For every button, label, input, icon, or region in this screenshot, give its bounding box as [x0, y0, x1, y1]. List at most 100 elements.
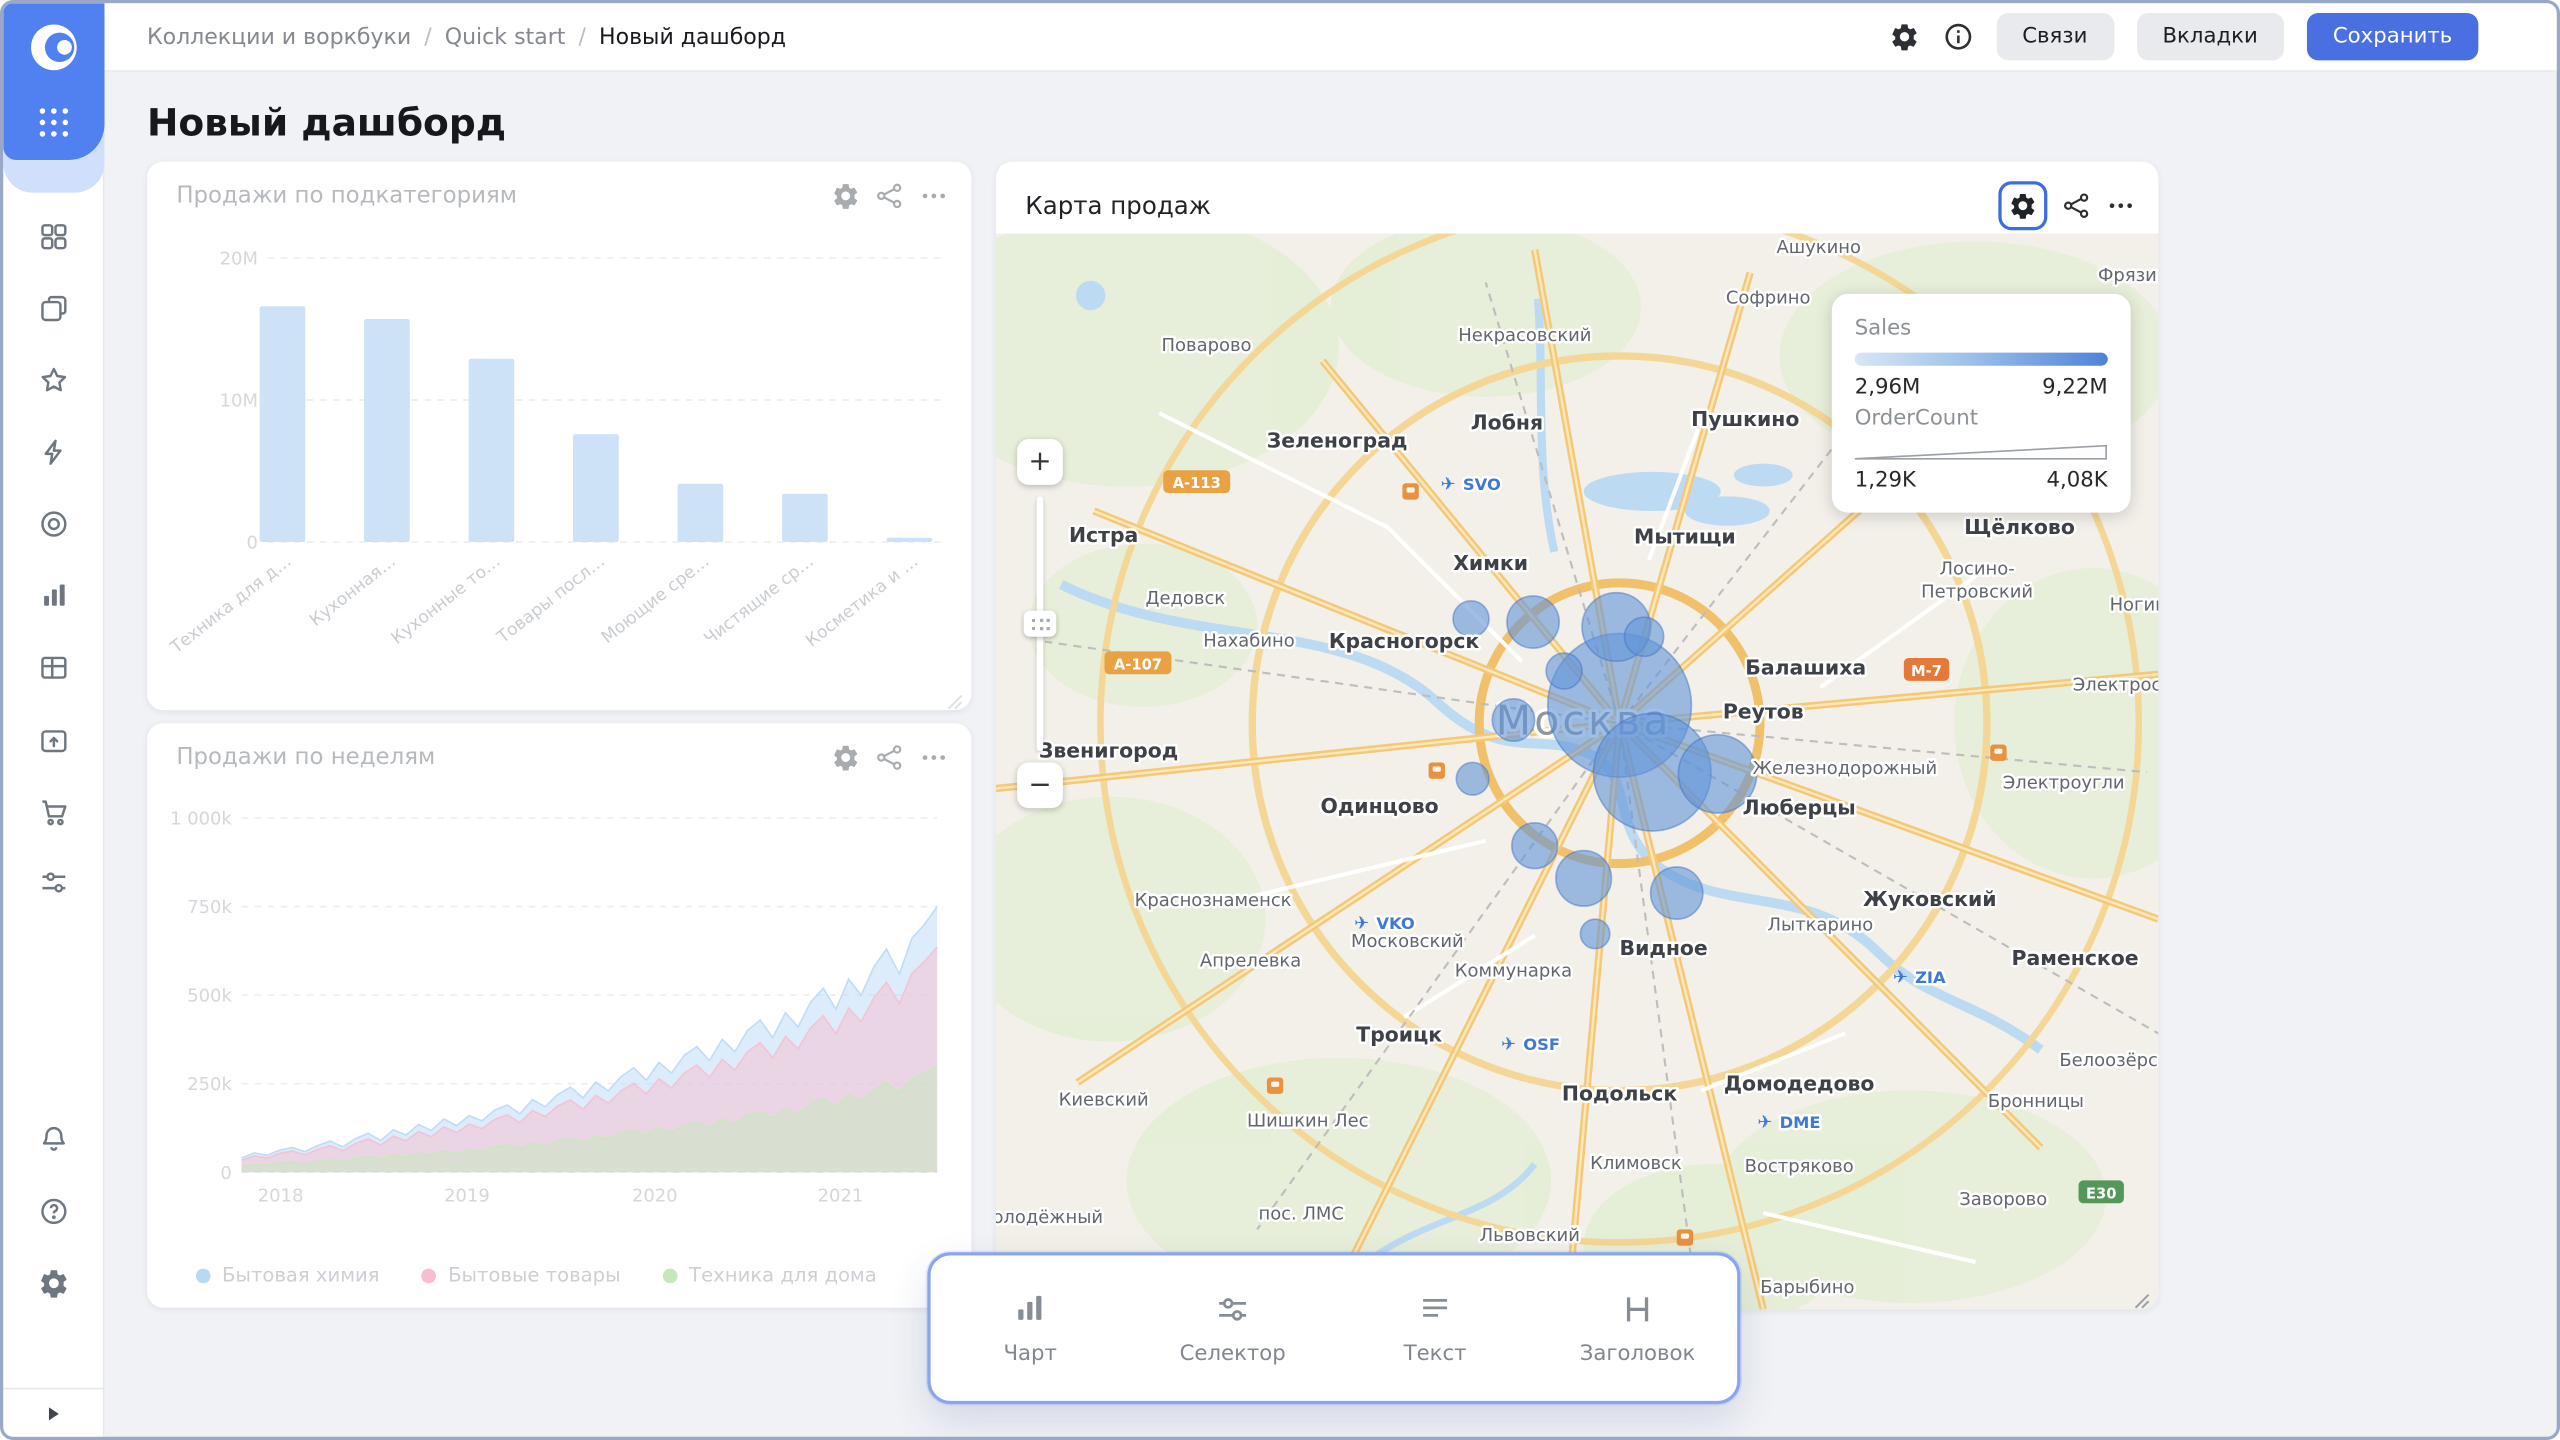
add-selector-button[interactable]: Селектор: [1158, 1291, 1308, 1366]
add-chart-button[interactable]: Чарт: [955, 1291, 1105, 1366]
sales-bubble[interactable]: [1456, 762, 1489, 795]
legend-item[interactable]: Бытовые товары: [422, 1264, 621, 1287]
save-button[interactable]: Сохранить: [2307, 13, 2479, 60]
bar[interactable]: [469, 359, 515, 542]
sales-bubble[interactable]: [1651, 867, 1703, 919]
datalens-logo-icon[interactable]: [24, 18, 83, 83]
map-canvas[interactable]: МоскваФрязиноАшукиноСофриноНекрасовскийП…: [996, 233, 2158, 1309]
y-tick-label: 0: [220, 1163, 231, 1184]
bar[interactable]: [887, 538, 933, 542]
info-icon[interactable]: [1942, 21, 1973, 52]
zoom-in-button[interactable]: +: [1017, 439, 1063, 485]
widget-title: Продажи по подкатегориям: [176, 183, 517, 209]
bar[interactable]: [260, 306, 306, 542]
widget-more-icon[interactable]: [2106, 191, 2135, 220]
sales-bubble[interactable]: [1512, 823, 1558, 869]
bar[interactable]: [573, 434, 619, 542]
map-town-label: Шишкин Лес: [1247, 1111, 1369, 1132]
sales-bubble[interactable]: [1492, 699, 1534, 741]
map-town-label: Щёлково: [1964, 515, 2075, 539]
sales-bubble[interactable]: [1507, 596, 1559, 648]
map-town-label: Белоозёрский: [2059, 1050, 2158, 1071]
widget-links-icon[interactable]: [875, 743, 904, 772]
sidebar-item-target[interactable]: [38, 508, 71, 541]
widget-more-icon[interactable]: [919, 181, 948, 210]
sidebar-item-cart[interactable]: [38, 795, 71, 828]
sidebar-bottom-nav: [3, 1123, 104, 1299]
sales-bubble[interactable]: [1556, 851, 1612, 907]
legend-item[interactable]: Бытовая химия: [196, 1264, 380, 1287]
header-actions: Связи Вкладки Сохранить: [1888, 13, 2478, 60]
help-icon[interactable]: [38, 1195, 71, 1228]
widget-settings-gear-icon[interactable]: [831, 743, 860, 772]
widget-links-icon[interactable]: [875, 181, 904, 210]
y-tick-label: 250k: [187, 1074, 232, 1095]
widget-settings-gear-icon[interactable]: [831, 181, 860, 210]
rail-station-icon-window: [1433, 767, 1441, 772]
breadcrumb-quick-start[interactable]: Quick start: [445, 24, 566, 50]
sales-bubble[interactable]: [1580, 919, 1609, 948]
breadcrumb-current: Новый дашборд: [599, 24, 786, 50]
orders-legend-label: OrderCount: [1855, 407, 2108, 431]
resize-handle[interactable]: [947, 686, 963, 702]
orders-min: 1,29K: [1855, 469, 1916, 493]
sidebar-item-bar-chart[interactable]: [38, 580, 71, 613]
sidebar-item-flash[interactable]: [38, 436, 71, 469]
resize-handle[interactable]: [2134, 1285, 2150, 1301]
widget-bar-chart[interactable]: Продажи по подкатегориям 20M10M0Техника …: [147, 162, 971, 711]
sales-bubble[interactable]: [1624, 617, 1663, 656]
widget-settings-gear-icon-active[interactable]: [1998, 181, 2047, 230]
notifications-bell-icon[interactable]: [38, 1123, 71, 1156]
y-tick-label: 500k: [187, 986, 232, 1007]
dashboard-settings-gear-icon[interactable]: [1888, 21, 1919, 52]
airport-code-label: ZIA: [1915, 968, 1946, 987]
bar[interactable]: [678, 484, 724, 542]
zoom-slider-track[interactable]: [1037, 496, 1044, 751]
widget-area-chart[interactable]: Продажи по неделям 1 000k750k500k250k020…: [147, 723, 971, 1307]
widget-map[interactable]: Карта продаж: [996, 162, 2158, 1310]
selector-icon: [1215, 1291, 1251, 1327]
bar-category-label: Кухонные то…: [388, 551, 505, 648]
map-town-label: Домодедово: [1724, 1072, 1875, 1096]
sidebar-item-flow[interactable]: [38, 867, 71, 900]
sidebar-item-grid[interactable]: [38, 220, 71, 253]
sidebar-item-upload[interactable]: [38, 723, 71, 756]
top-header: Коллекции и воркбуки / Quick start / Нов…: [104, 3, 2556, 72]
settings-gear-icon[interactable]: [38, 1267, 71, 1300]
widget-title: Карта продаж: [1025, 191, 1211, 220]
legend-dot: [196, 1269, 211, 1284]
map-town-label: Киевский: [1059, 1089, 1149, 1110]
sidebar-item-table[interactable]: [38, 651, 71, 684]
road-badge-label: А-113: [1173, 475, 1221, 492]
map-town-label: Пушкино: [1691, 407, 1799, 431]
sidebar-collapse-button[interactable]: [42, 1402, 65, 1425]
y-tick-label: 1 000k: [170, 808, 232, 829]
zoom-slider-handle[interactable]: [1024, 611, 1057, 637]
bar[interactable]: [782, 494, 828, 542]
sidebar-item-collections[interactable]: [38, 292, 71, 325]
add-title-button[interactable]: Заголовок: [1562, 1291, 1712, 1366]
sidebar-item-favorites[interactable]: [38, 364, 71, 397]
zoom-out-button[interactable]: −: [1017, 762, 1063, 808]
bar-category-label: Косметика и …: [802, 551, 922, 651]
tabs-button[interactable]: Вкладки: [2136, 13, 2283, 60]
apps-grid-icon[interactable]: [39, 101, 68, 150]
map-town-label: Истра: [1069, 523, 1138, 547]
road-badge-label: А-107: [1114, 656, 1162, 673]
sales-bubble[interactable]: [1546, 653, 1582, 689]
add-widget-toolbar: Чарт Селектор Текст Заголовок: [927, 1252, 1740, 1404]
links-button[interactable]: Связи: [1996, 13, 2113, 60]
y-tick-label: 750k: [187, 897, 232, 918]
legend-item[interactable]: Техника для дома: [663, 1264, 877, 1287]
area-chart: 1 000k750k500k250k02018201920202021: [167, 795, 951, 1301]
widget-more-icon[interactable]: [919, 743, 948, 772]
y-tick-label: 0: [247, 533, 258, 554]
add-text-button[interactable]: Текст: [1360, 1291, 1510, 1366]
map-town-label: Климовск: [1590, 1153, 1682, 1174]
y-tick-label: 10M: [220, 391, 258, 412]
map-town-label: Электросталь: [2073, 675, 2159, 696]
map-town-label: Железнодорожный: [1753, 758, 1938, 779]
breadcrumb-collections[interactable]: Коллекции и воркбуки: [147, 24, 411, 50]
bar[interactable]: [364, 319, 410, 542]
widget-links-icon[interactable]: [2062, 191, 2091, 220]
